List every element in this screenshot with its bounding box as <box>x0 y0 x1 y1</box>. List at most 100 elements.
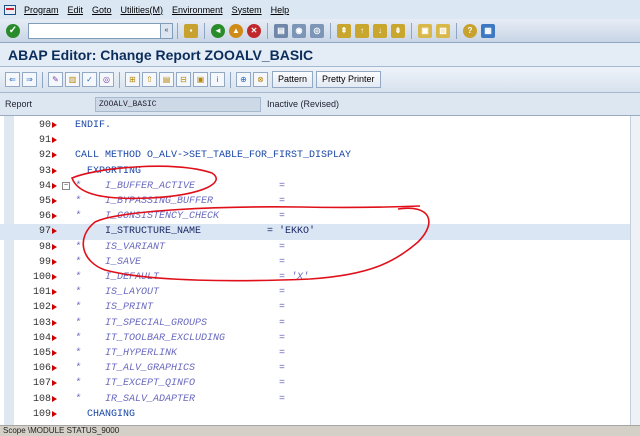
code-line[interactable]: 102 * IS_PRINT = <box>0 300 640 315</box>
menu-environment[interactable]: Environment <box>172 5 223 15</box>
code-line[interactable]: 109 CHANGING <box>0 407 640 422</box>
previous-page-icon[interactable]: ↑ <box>355 23 369 38</box>
pretty-printer-button[interactable]: Pretty Printer <box>316 71 381 88</box>
line-code: * IT_TOOLBAR_EXCLUDING = <box>75 332 286 344</box>
code-line[interactable]: 107 * IT_EXCEPT_QINFO = <box>0 376 640 391</box>
report-name-field: ZOOALV_BASIC <box>95 96 261 112</box>
pattern-button[interactable]: Pattern <box>272 71 314 88</box>
line-number: 108 <box>32 393 51 405</box>
save-icon[interactable]: ▪ <box>184 23 198 38</box>
code-line[interactable]: 99 * I_SAVE = <box>0 255 640 270</box>
line-code: * IR_SALV_ADAPTER = <box>75 393 286 405</box>
line-code: * IT_ALV_GRAPHICS = <box>75 363 286 375</box>
find-icon[interactable]: ◉ <box>292 23 306 38</box>
menu-help[interactable]: Help <box>271 5 290 15</box>
shortcut-icon[interactable]: ▧ <box>436 23 450 38</box>
code-line[interactable]: 106 * IT_ALV_GRAPHICS = <box>0 361 640 376</box>
line-number: 98 <box>38 241 51 253</box>
code-line[interactable]: 98 * IS_VARIANT = <box>0 240 640 255</box>
code-line[interactable]: 94 − * I_BUFFER_ACTIVE = <box>0 179 640 194</box>
set-breakpoint-icon[interactable]: ⊕ <box>236 72 251 87</box>
code-line[interactable]: 105 * IT_HYPERLINK = <box>0 346 640 361</box>
line-code: * I_CONSISTENCY_CHECK = <box>75 211 286 223</box>
line-number: 91 <box>38 135 51 147</box>
line-number: 105 <box>32 348 51 359</box>
create-session-icon[interactable]: ▣ <box>418 23 432 38</box>
code-line[interactable]: 91 <box>0 133 640 148</box>
line-marker-icon <box>52 167 57 174</box>
line-code: * I_BYPASSING_BUFFER = <box>75 196 286 207</box>
vertical-scrollbar[interactable] <box>630 116 640 425</box>
back-arrow-icon[interactable]: ⇐ <box>5 72 20 87</box>
line-marker-icon <box>52 137 57 144</box>
navigation-window-icon[interactable]: ⊟ <box>176 72 191 87</box>
toolbar-separator <box>267 22 268 39</box>
first-page-icon[interactable]: ⇞ <box>337 23 351 38</box>
line-number: 104 <box>32 332 51 344</box>
line-number: 103 <box>32 317 51 329</box>
line-number: 90 <box>38 120 51 131</box>
line-number: 109 <box>32 408 51 420</box>
menu-system[interactable]: System <box>232 5 262 15</box>
line-code: EXPORTING <box>75 165 142 177</box>
line-marker-icon <box>52 228 57 235</box>
toolbar-separator <box>119 71 120 88</box>
info-icon[interactable]: i <box>210 72 225 87</box>
code-line[interactable]: 100 * I_DEFAULT = 'X' <box>0 270 640 285</box>
code-line[interactable]: 93 EXPORTING <box>0 164 640 179</box>
where-used-icon[interactable]: ⊞ <box>125 72 140 87</box>
breakpoint-icon[interactable]: ▣ <box>193 72 208 87</box>
line-number: 96 <box>38 211 51 223</box>
code-line[interactable]: 92 CALL METHOD O_ALV->SET_TABLE_FOR_FIRST… <box>0 148 640 163</box>
code-line[interactable]: 104 * IT_TOOLBAR_EXCLUDING = <box>0 331 640 346</box>
line-number: 101 <box>32 287 51 299</box>
back-icon[interactable]: ◄ <box>211 23 225 38</box>
line-marker-icon <box>52 274 57 280</box>
code-editor[interactable]: 90 ENDIF. 91 92 CALL METHOD O_ALV->SET_TABLE… <box>0 115 640 425</box>
test-icon[interactable]: ⇧ <box>142 72 157 87</box>
check-icon[interactable]: ✓ <box>82 72 97 87</box>
object-list-icon[interactable]: ▤ <box>159 72 174 87</box>
report-label: Report <box>5 99 33 109</box>
code-line[interactable]: 95 * I_BYPASSING_BUFFER = <box>0 194 640 209</box>
print-icon[interactable]: ▤ <box>274 23 288 38</box>
line-number: 93 <box>38 165 51 177</box>
enter-icon[interactable]: ✓ <box>6 23 20 38</box>
line-number: 99 <box>38 256 51 268</box>
external-breakpoint-icon[interactable]: ⊗ <box>253 72 268 87</box>
code-line[interactable]: 96 * I_CONSISTENCY_CHECK = <box>0 209 640 224</box>
line-marker-icon <box>52 122 57 128</box>
toolbar-separator <box>456 22 457 39</box>
exit-icon[interactable]: ▲ <box>229 23 243 38</box>
code-line[interactable]: 103 * IT_SPECIAL_GROUPS = <box>0 316 640 331</box>
line-marker-icon <box>52 182 57 189</box>
menu-goto[interactable]: Goto <box>92 5 112 15</box>
code-line[interactable]: 101 * IS_LAYOUT = <box>0 285 640 300</box>
code-line[interactable]: 90 ENDIF. <box>0 118 640 133</box>
code-line[interactable]: 97 I_STRUCTURE_NAME = 'EKKO' <box>0 224 640 240</box>
other-object-icon[interactable]: ▥ <box>65 72 80 87</box>
find-next-icon[interactable]: ◎ <box>310 23 324 38</box>
display-change-icon[interactable]: ✎ <box>48 72 63 87</box>
cancel-icon[interactable]: ✕ <box>247 23 261 38</box>
next-page-icon[interactable]: ↓ <box>373 23 387 38</box>
line-number: 92 <box>38 150 51 162</box>
layout-menu-icon[interactable]: ▦ <box>481 23 495 38</box>
menu-utilities[interactable]: Utilities(M) <box>121 5 164 15</box>
sap-app-icon[interactable] <box>2 3 18 17</box>
line-code: * IS_VARIANT = <box>75 241 286 253</box>
command-history-icon[interactable]: « <box>160 23 172 38</box>
toolbar-separator <box>42 71 43 88</box>
collapse-block-icon[interactable]: − <box>62 181 70 190</box>
menu-edit[interactable]: Edit <box>68 5 84 15</box>
forward-arrow-icon[interactable]: ⇒ <box>22 72 37 87</box>
last-page-icon[interactable]: ⇟ <box>391 23 405 38</box>
help-icon[interactable]: ? <box>463 23 477 38</box>
code-line[interactable]: 108 * IR_SALV_ADAPTER = <box>0 392 640 407</box>
menu-program[interactable]: Program <box>24 5 59 15</box>
line-number: 95 <box>38 196 51 207</box>
activate-icon[interactable]: ◎ <box>99 72 114 87</box>
line-marker-icon <box>52 289 57 296</box>
line-marker-icon <box>52 258 57 265</box>
command-field[interactable]: « <box>28 22 173 39</box>
